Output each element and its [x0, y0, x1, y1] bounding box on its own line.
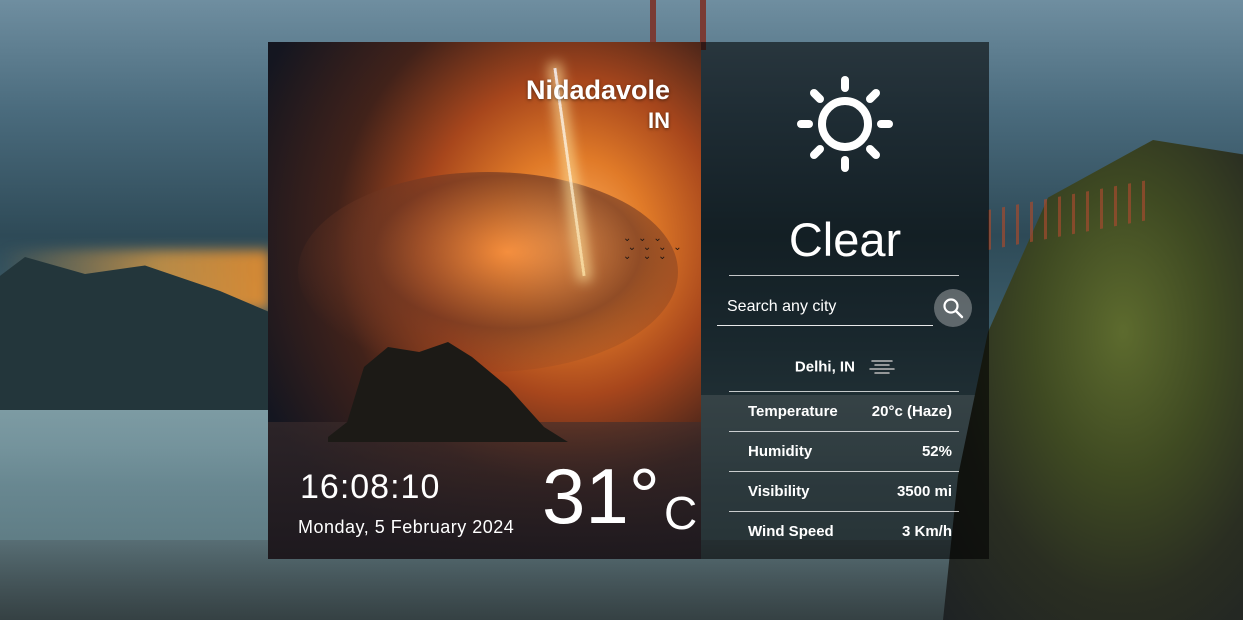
current-temperature: 31° — [542, 452, 660, 540]
location-card: ⌄ ⌄ ⌄ ⌄ ⌄ ⌄ ⌄ ⌄ ⌄ ⌄ Nidadavole IN 16:08:1… — [268, 42, 701, 559]
current-date: Monday, 5 February 2024 — [298, 517, 515, 537]
sun-icon — [797, 76, 893, 172]
detail-label: Humidity — [748, 443, 813, 460]
search-button[interactable] — [934, 289, 972, 327]
divider — [729, 511, 959, 512]
searched-location-label: Delhi, IN — [794, 358, 855, 376]
detail-value: 52% — [921, 443, 952, 460]
detail-row-temperature: Temperature 20°c (Haze) — [748, 403, 952, 420]
search-input[interactable] — [717, 289, 933, 325]
detail-row-humidity: Humidity 52% — [748, 443, 952, 460]
detail-row-visibility: Visibility 3500 mi — [748, 483, 952, 500]
searched-location: Delhi, IN — [701, 358, 989, 376]
detail-label: Visibility — [748, 483, 810, 500]
detail-value: 20°c (Haze) — [871, 403, 952, 420]
detail-label: Temperature — [748, 403, 838, 420]
detail-row-wind-speed: Wind Speed 3 Km/h — [748, 523, 952, 540]
temperature-unit: C — [664, 487, 698, 539]
birds-image: ⌄ ⌄ ⌄ ⌄ ⌄ ⌄ ⌄ ⌄ ⌄ ⌄ — [623, 233, 684, 262]
detail-label: Wind Speed — [748, 523, 834, 540]
divider — [729, 471, 959, 472]
divider — [729, 431, 959, 432]
detail-value: 3500 mi — [896, 483, 952, 500]
search-field — [717, 289, 933, 326]
city-name: Nidadavole — [525, 75, 670, 105]
weather-condition: Clear — [788, 213, 902, 266]
divider — [729, 275, 959, 276]
current-time: 16:08:10 — [300, 468, 441, 506]
haze-icon — [869, 360, 895, 374]
weather-panel: Clear Delhi, IN Temperature 20°c (Haze) … — [701, 42, 989, 559]
country-code: IN — [648, 108, 670, 133]
detail-value: 3 Km/h — [901, 523, 952, 540]
divider — [729, 391, 959, 392]
search-icon — [943, 298, 964, 319]
storm-cloud-image — [298, 172, 678, 372]
